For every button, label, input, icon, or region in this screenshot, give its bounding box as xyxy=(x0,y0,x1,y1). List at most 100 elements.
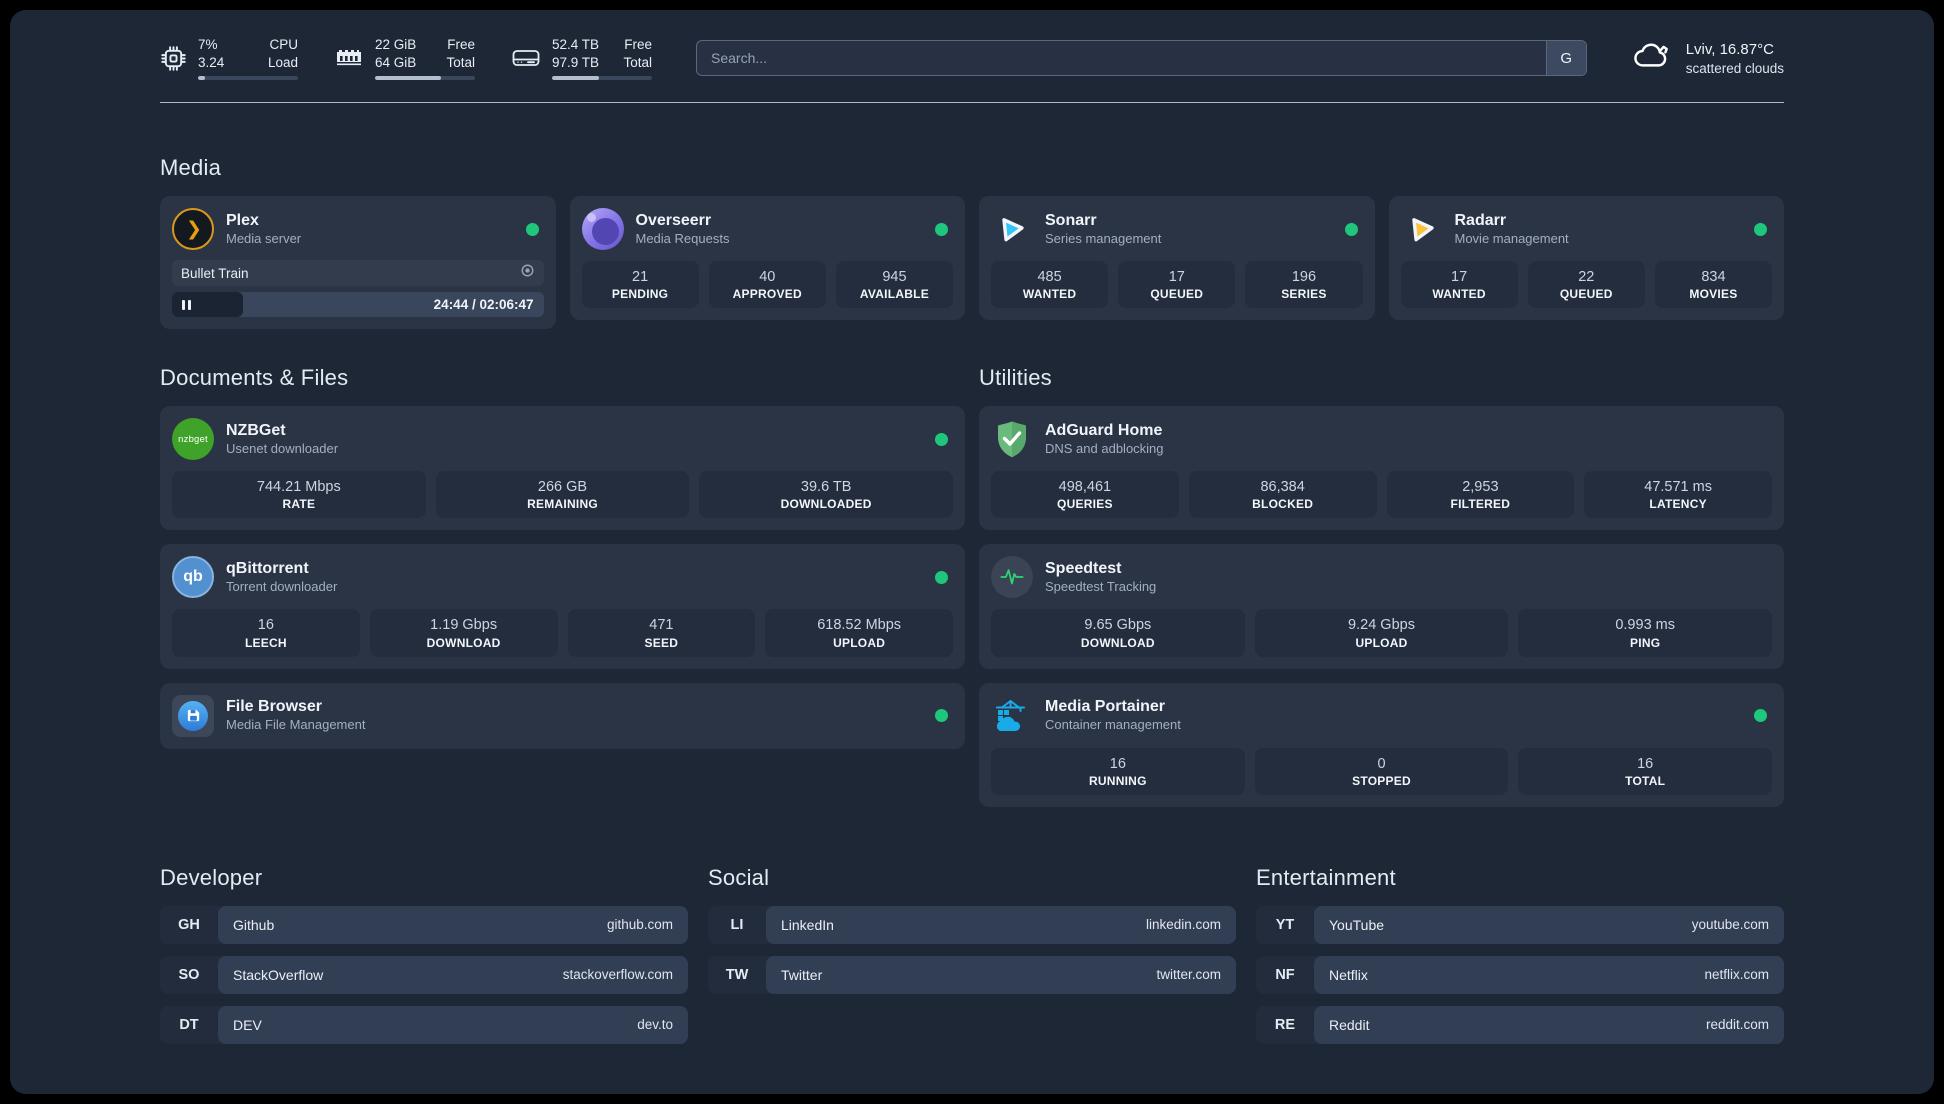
section-entertainment: Entertainment YT YouTube youtube.com NF N… xyxy=(1256,865,1784,1044)
stat-download: 9.65 Gbps DOWNLOAD xyxy=(991,609,1245,657)
link-url: reddit.com xyxy=(1705,1017,1769,1033)
section-title-entertainment: Entertainment xyxy=(1256,864,1396,890)
app-name: Speedtest xyxy=(1045,559,1122,577)
disk-progress-bar xyxy=(552,76,652,81)
stat-leech: 16 LEECH xyxy=(172,609,360,657)
status-dot xyxy=(935,432,948,446)
status-dot xyxy=(1344,222,1358,236)
app-desc: Series management xyxy=(1045,230,1162,246)
stat-queued: 22 QUEUED xyxy=(1527,261,1645,309)
app-desc: Media server xyxy=(226,230,302,246)
stat-upload: 618.52 Mbps UPLOAD xyxy=(765,609,953,657)
ram-free-label: Free xyxy=(447,37,475,52)
cloud-icon xyxy=(1631,41,1673,76)
card-portainer[interactable]: Media Portainer Container management 16 R… xyxy=(979,682,1784,807)
search-input[interactable] xyxy=(697,41,1546,76)
stat-download: 1.19 Gbps DOWNLOAD xyxy=(369,609,558,657)
nzbget-icon: nzbget xyxy=(172,418,214,461)
card-qbittorrent[interactable]: qb qBittorrent Torrent downloader 16 LEEC… xyxy=(160,544,965,669)
cpu-usage-label: CPU xyxy=(269,37,298,52)
app-name: Media Portainer xyxy=(1045,698,1166,716)
disk-stat: 52.4 TB Free 97.9 TB Total xyxy=(511,36,652,81)
cpu-load-label: Load xyxy=(267,54,298,70)
speedtest-icon xyxy=(991,556,1033,599)
stat-filtered: 2,953 FILTERED xyxy=(1386,471,1575,519)
overseerr-icon xyxy=(581,208,624,251)
stat-total: 16 TOTAL xyxy=(1518,747,1773,795)
ram-total-value: 64 GiB xyxy=(375,54,417,70)
stat-remaining: 266 GB REMAINING xyxy=(435,471,690,519)
section-utilities: Utilities AdGuard Home DNS and adblockin… xyxy=(979,365,1784,807)
app-desc: DNS and adblocking xyxy=(1045,440,1164,456)
app-desc: Speedtest Tracking xyxy=(1045,578,1157,594)
link-abbr: DT xyxy=(179,1016,199,1033)
plex-now-playing: Bullet Train 24:44 / 02:06:47 xyxy=(172,260,544,318)
link-linkedin[interactable]: LI LinkedIn linkedin.com xyxy=(708,905,1236,944)
link-github[interactable]: GH Github github.com xyxy=(160,905,688,944)
disk-total-value: 97.9 TB xyxy=(552,54,600,70)
weather-location-temp: Lviv, 16.87°C xyxy=(1685,41,1774,59)
weather-widget: Lviv, 16.87°C scattered clouds xyxy=(1631,40,1784,76)
stat-approved: 40 APPROVED xyxy=(708,261,826,309)
link-youtube[interactable]: YT YouTube youtube.com xyxy=(1256,905,1784,944)
dashboard-frame: 7% CPU 3.24 Load 22 GiB Free 64 GiB Tota… xyxy=(0,0,1944,1104)
stat-latency: 47.571 ms LATENCY xyxy=(1584,471,1772,519)
stream-progress-bar[interactable]: 24:44 / 02:06:47 xyxy=(172,292,544,318)
section-documents: Documents & Files nzbget NZBGet Usenet d… xyxy=(160,365,965,749)
link-url: youtube.com xyxy=(1691,917,1769,933)
stat-rate: 744.21 Mbps RATE xyxy=(172,471,426,519)
card-overseerr[interactable]: Overseerr Media Requests 21 PENDING 40 APP… xyxy=(569,196,965,321)
pause-icon xyxy=(182,299,185,310)
ram-total-label: Total xyxy=(446,54,475,70)
stat-pending: 21 PENDING xyxy=(581,261,699,309)
stat-queries: 498,461 QUERIES xyxy=(991,471,1179,519)
header-divider xyxy=(160,102,1784,104)
card-speedtest[interactable]: Speedtest Speedtest Tracking 9.65 Gbps DO… xyxy=(979,544,1784,669)
app-name: Overseerr xyxy=(635,211,712,229)
search-engine-button[interactable]: G xyxy=(1545,41,1586,76)
status-dot xyxy=(935,709,948,723)
link-dev[interactable]: DT DEV dev.to xyxy=(160,1005,688,1044)
cpu-usage-value: 7% xyxy=(198,37,218,52)
section-media: Media ❯ Plex Media server Bullet Train 2… xyxy=(160,155,1784,330)
status-dot xyxy=(1754,709,1767,723)
ram-icon xyxy=(334,47,364,69)
link-abbr: RE xyxy=(1274,1016,1296,1033)
disk-icon xyxy=(511,46,541,70)
app-name: qBittorrent xyxy=(226,559,309,577)
status-dot xyxy=(935,222,948,236)
link-netflix[interactable]: NF Netflix netflix.com xyxy=(1256,955,1784,994)
disk-free-value: 52.4 TB xyxy=(552,37,600,52)
status-dot xyxy=(525,222,539,236)
app-name: AdGuard Home xyxy=(1045,421,1163,439)
link-name: Github xyxy=(233,916,275,933)
link-abbr: GH xyxy=(178,916,200,933)
app-desc: Torrent downloader xyxy=(226,578,338,594)
ram-free-value: 22 GiB xyxy=(375,37,417,52)
search-bar: G xyxy=(696,40,1587,77)
stat-ping: 0.993 ms PING xyxy=(1518,609,1773,657)
card-adguard[interactable]: AdGuard Home DNS and adblocking 498,461 Q… xyxy=(979,406,1784,531)
link-stackoverflow[interactable]: SO StackOverflow stackoverflow.com xyxy=(160,955,688,994)
system-stats: 7% CPU 3.24 Load 22 GiB Free 64 GiB Tota… xyxy=(160,36,652,81)
link-name: DEV xyxy=(233,1016,262,1033)
link-name: Twitter xyxy=(781,966,823,983)
card-sonarr[interactable]: Sonarr Series management 485 WANTED 17 QUE… xyxy=(979,196,1375,321)
card-radarr[interactable]: Radarr Movie management 17 WANTED 22 QUEUE… xyxy=(1388,196,1784,321)
card-filebrowser[interactable]: File Browser Media File Management xyxy=(160,682,965,749)
stat-queued: 17 QUEUED xyxy=(1118,261,1236,309)
app-name: NZBGet xyxy=(226,421,286,439)
stat-downloaded: 39.6 TB DOWNLOADED xyxy=(699,471,954,519)
stat-seed: 471 SEED xyxy=(567,609,756,657)
app-name: File Browser xyxy=(226,698,323,716)
card-nzbget[interactable]: nzbget NZBGet Usenet downloader 744.21 M… xyxy=(160,406,965,531)
link-reddit[interactable]: RE Reddit reddit.com xyxy=(1256,1005,1784,1044)
stream-settings-icon[interactable] xyxy=(520,263,535,283)
link-name: LinkedIn xyxy=(781,916,834,933)
ram-stat: 22 GiB Free 64 GiB Total xyxy=(334,36,475,81)
disk-total-label: Total xyxy=(623,54,652,70)
card-plex[interactable]: ❯ Plex Media server Bullet Train 24:44 /… xyxy=(160,196,556,330)
link-url: netflix.com xyxy=(1704,967,1769,983)
stat-running: 16 RUNNING xyxy=(991,747,1245,795)
link-twitter[interactable]: TW Twitter twitter.com xyxy=(708,955,1236,994)
